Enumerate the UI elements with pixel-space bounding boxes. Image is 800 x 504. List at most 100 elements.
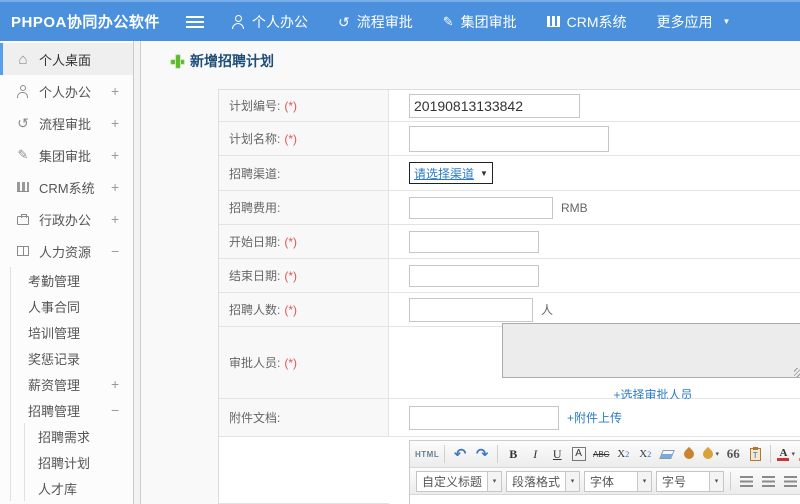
- italic-button[interactable]: I: [525, 444, 545, 464]
- end-date-input[interactable]: [409, 264, 539, 287]
- expand-toggle[interactable]: +: [111, 376, 133, 392]
- expand-toggle[interactable]: +: [111, 211, 133, 227]
- sidebar-item-training[interactable]: 培训管理: [11, 319, 133, 345]
- form-row-channel: 招聘渠道: 请选择渠道 ▼: [219, 156, 800, 191]
- paste-icon[interactable]: T: [749, 446, 761, 461]
- attachment-input[interactable]: [409, 405, 559, 430]
- nav-item-group-approval[interactable]: ✎ 集团审批: [443, 12, 517, 32]
- align-right-icon[interactable]: [783, 475, 797, 487]
- align-center-icon[interactable]: [761, 475, 775, 487]
- form-row-budget: 招聘费用: RMB: [219, 191, 800, 225]
- paragraph-format-select[interactable]: 段落格式 ▾: [506, 470, 581, 492]
- sidebar-item-hr-contract[interactable]: 人事合同: [11, 293, 133, 319]
- main-content: 新增招聘计划 计划编号:(*) 计划名称:(*) 招聘渠道:: [141, 41, 800, 504]
- sidebar-scrollbar[interactable]: [134, 41, 141, 504]
- strikethrough-button[interactable]: ABC: [591, 444, 611, 464]
- redo-icon[interactable]: ↷: [472, 444, 492, 464]
- blockquote-button[interactable]: 66: [723, 444, 743, 464]
- sidebar-hr-submenu: 考勤管理 人事合同 培训管理 奖惩记录 薪资管理 + 招聘管理 − 招聘需求 招…: [10, 267, 133, 501]
- undo-icon[interactable]: ↶: [450, 444, 470, 464]
- collapse-toggle[interactable]: −: [111, 402, 133, 418]
- font-color-button[interactable]: A ▾: [776, 444, 796, 464]
- flow-icon: ↺: [17, 114, 29, 131]
- required-mark: (*): [284, 234, 298, 249]
- edit-icon: ✎: [442, 14, 454, 29]
- budget-input[interactable]: [409, 196, 553, 219]
- sidebar-item-desktop[interactable]: ⌂ 个人桌面: [0, 43, 133, 75]
- page-header: 新增招聘计划: [171, 51, 800, 71]
- chevron-down-icon: ▼: [722, 17, 731, 26]
- required-mark: (*): [284, 302, 298, 317]
- sidebar-item-attendance[interactable]: 考勤管理: [11, 267, 133, 293]
- expand-toggle[interactable]: +: [111, 115, 133, 131]
- bold-button[interactable]: B: [503, 444, 523, 464]
- hamburger-menu-icon[interactable]: [186, 13, 204, 31]
- attachment-upload-link[interactable]: +附件上传: [567, 409, 622, 426]
- plan-number-input[interactable]: [409, 93, 580, 118]
- nav-item-workflow-approval[interactable]: ↺ 流程审批: [338, 12, 413, 32]
- format-painter-button[interactable]: ▾: [701, 444, 721, 464]
- expand-toggle[interactable]: +: [111, 179, 133, 195]
- form-row-end-date: 结束日期: (*): [219, 259, 800, 293]
- font-size-select[interactable]: 字号 ▾: [656, 470, 725, 492]
- chevron-down-icon: ▼: [480, 168, 488, 178]
- form-row-approvers: 审批人员: (*) +选择审批人员: [219, 322, 800, 402]
- expand-toggle[interactable]: +: [111, 83, 133, 99]
- home-icon: ⌂: [18, 50, 28, 68]
- collapse-toggle[interactable]: −: [111, 243, 133, 259]
- required-mark: (*): [284, 131, 298, 146]
- font-family-select[interactable]: 字体 ▾: [584, 470, 653, 492]
- sidebar-item-label: 个人桌面: [39, 52, 92, 68]
- field-label: 招聘费用:: [229, 201, 281, 215]
- sidebar-item-admin-office[interactable]: 行政办公 +: [0, 203, 133, 235]
- editor-content-area[interactable]: [410, 495, 800, 504]
- eraser-icon[interactable]: [659, 449, 676, 459]
- top-header: PHPOA协同办公软件 个人办公 ↺ 流程审批 ✎ 集团审批 CRM系统 更多应…: [0, 0, 800, 41]
- chart-icon: [17, 182, 29, 192]
- nav-more-apps[interactable]: 更多应用 ▼: [657, 12, 731, 32]
- unit-suffix: 人: [541, 303, 554, 317]
- sidebar-item-crm[interactable]: CRM系统 +: [0, 171, 133, 203]
- field-label: 结束日期:: [229, 269, 281, 283]
- html-source-button[interactable]: HTML: [415, 444, 439, 464]
- form-row-attachment: 附件文档: +附件上传: [219, 399, 800, 437]
- sidebar-item-workflow-approval[interactable]: ↺ 流程审批 +: [0, 107, 133, 139]
- brush-icon[interactable]: [682, 446, 697, 462]
- superscript-button[interactable]: X2: [613, 444, 633, 464]
- channel-select-value: 请选择渠道: [414, 166, 475, 181]
- sidebar: ⌂ 个人桌面 个人办公 + ↺ 流程审批 + ✎ 集团审批 + CRM系统 + …: [0, 41, 134, 504]
- resize-handle-icon[interactable]: [793, 367, 800, 377]
- sidebar-item-group-approval[interactable]: ✎ 集团审批 +: [0, 139, 133, 171]
- custom-heading-select[interactable]: 自定义标题 ▾: [416, 470, 503, 492]
- underline-button[interactable]: U: [547, 444, 567, 464]
- subscript-button[interactable]: X2: [635, 444, 655, 464]
- sidebar-item-rewards[interactable]: 奖惩记录: [11, 345, 133, 371]
- sidebar-item-recruit-plan[interactable]: 招聘计划: [25, 449, 133, 475]
- approvers-textarea[interactable]: [501, 322, 800, 378]
- flow-icon: ↺: [338, 13, 350, 30]
- book-icon: [17, 246, 29, 256]
- sidebar-item-label: 流程审批: [39, 116, 92, 132]
- channel-select[interactable]: 请选择渠道 ▼: [409, 162, 493, 184]
- sidebar-item-hr[interactable]: 人力资源 −: [0, 235, 133, 267]
- chevron-down-icon: ▾: [565, 471, 580, 491]
- char-border-button[interactable]: A: [572, 447, 587, 461]
- nav-item-personal-office[interactable]: 个人办公: [232, 12, 308, 32]
- plan-name-input[interactable]: [409, 125, 609, 152]
- sidebar-item-label: 集团审批: [39, 148, 92, 164]
- field-label: 开始日期:: [229, 235, 281, 249]
- nav-item-crm[interactable]: CRM系统: [546, 12, 627, 32]
- sidebar-item-personal-office[interactable]: 个人办公 +: [0, 75, 133, 107]
- sidebar-item-talent-pool[interactable]: 人才库: [25, 475, 133, 501]
- sidebar-item-recruit-mgmt[interactable]: 招聘管理 −: [11, 397, 133, 423]
- align-left-icon[interactable]: [739, 475, 753, 487]
- required-mark: (*): [284, 98, 298, 113]
- expand-toggle[interactable]: +: [111, 147, 133, 163]
- headcount-input[interactable]: [409, 297, 533, 322]
- start-date-input[interactable]: [409, 230, 539, 253]
- top-nav: 个人办公 ↺ 流程审批 ✎ 集团审批 CRM系统 更多应用 ▼: [232, 12, 730, 32]
- edit-icon: ✎: [17, 147, 29, 162]
- page-title: 新增招聘计划: [190, 53, 274, 69]
- sidebar-item-salary[interactable]: 薪资管理 +: [11, 371, 133, 397]
- sidebar-item-recruit-demand[interactable]: 招聘需求: [25, 423, 133, 449]
